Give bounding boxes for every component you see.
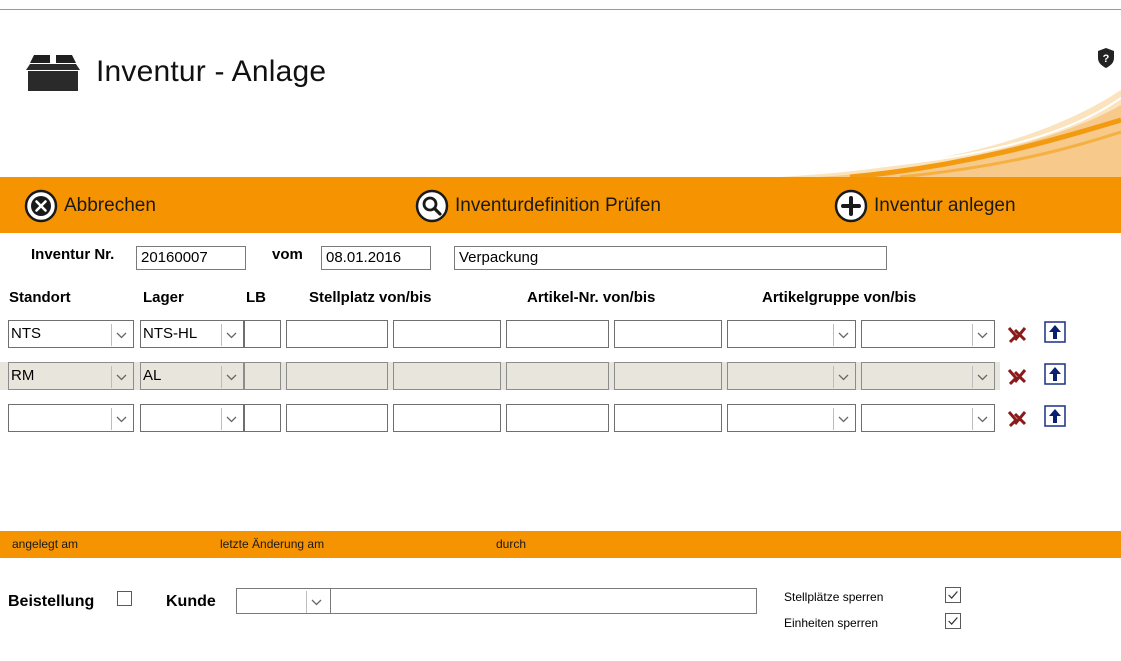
page-title: Inventur - Anlage [96, 55, 327, 88]
stellplatz-bis-field[interactable] [393, 362, 501, 390]
created-label: angelegt am [12, 537, 79, 551]
beistellung-label: Beistellung [8, 593, 95, 610]
lb-field[interactable] [244, 404, 281, 432]
artikelgruppe-bis-select[interactable] [861, 362, 995, 390]
chevron-down-icon[interactable] [306, 591, 326, 613]
table-row: NTS NTS-HL [0, 320, 1000, 348]
stellplatz-bis-field[interactable] [393, 320, 501, 348]
lb-field[interactable] [244, 320, 281, 348]
header-artikel: Artikel-Nr. von/bis [527, 289, 656, 306]
lager-select[interactable]: AL [140, 362, 244, 390]
artikel-bis-field[interactable] [614, 362, 722, 390]
artikel-von-field[interactable] [506, 362, 609, 390]
create-inventory-button[interactable]: Inventur anlegen [834, 189, 1016, 223]
lb-field[interactable] [244, 362, 281, 390]
check-definition-label: Inventurdefinition Prüfen [455, 195, 661, 216]
chevron-down-icon[interactable] [221, 324, 241, 346]
artikelgruppe-bis-select[interactable] [861, 404, 995, 432]
artikel-von-field[interactable] [506, 404, 609, 432]
chevron-down-icon[interactable] [111, 366, 131, 388]
decorative-swoosh [780, 90, 1121, 177]
chevron-down-icon[interactable] [972, 408, 992, 430]
check-icon [948, 617, 958, 625]
page-header: Inventur - Anlage [26, 50, 326, 94]
standort-select[interactable] [8, 404, 134, 432]
chevron-down-icon[interactable] [833, 408, 853, 430]
move-up-icon[interactable] [1044, 321, 1066, 343]
table-row: RM AL [0, 362, 1000, 390]
header-lager: Lager [143, 289, 184, 306]
artikel-bis-field[interactable] [614, 404, 722, 432]
status-bar: angelegt am letzte Änderung am durch [0, 531, 1121, 558]
standort-select[interactable]: RM [8, 362, 134, 390]
check-definition-button[interactable]: Inventurdefinition Prüfen [415, 189, 661, 223]
header-artikelgruppe: Artikelgruppe von/bis [762, 289, 917, 306]
artikelgruppe-von-select[interactable] [727, 320, 856, 348]
lager-select[interactable] [140, 404, 244, 432]
artikel-bis-field[interactable] [614, 320, 722, 348]
move-up-icon[interactable] [1044, 405, 1066, 427]
changed-label: letzte Änderung am [220, 537, 325, 551]
stellplatz-von-field[interactable] [286, 362, 388, 390]
delete-row-icon[interactable] [1006, 407, 1028, 429]
description-field[interactable]: Verpackung [454, 246, 887, 270]
kunde-name-field[interactable] [330, 588, 757, 614]
stellplatz-von-field[interactable] [286, 404, 388, 432]
plus-icon [834, 189, 868, 223]
search-icon [415, 189, 449, 223]
action-toolbar: Abbrechen Inventurdefinition Prüfen Inve… [0, 177, 1121, 233]
top-divider [0, 9, 1121, 10]
artikelgruppe-von-select[interactable] [727, 404, 856, 432]
lager-value: AL [143, 367, 162, 384]
move-up-icon[interactable] [1044, 363, 1066, 385]
cancel-label: Abbrechen [64, 195, 156, 216]
chevron-down-icon[interactable] [833, 324, 853, 346]
stellplaetze-checkbox[interactable] [945, 587, 961, 603]
svg-text:?: ? [1103, 53, 1110, 65]
kunde-label: Kunde [166, 593, 216, 610]
header-lb: LB [246, 289, 266, 306]
standort-value: NTS [11, 325, 41, 342]
standort-select[interactable]: NTS [8, 320, 134, 348]
artikelgruppe-von-select[interactable] [727, 362, 856, 390]
chevron-down-icon[interactable] [111, 408, 131, 430]
table-row [0, 404, 1000, 432]
chevron-down-icon[interactable] [221, 366, 241, 388]
standort-value: RM [11, 367, 35, 384]
lager-value: NTS-HL [143, 325, 198, 342]
header-standort: Standort [9, 289, 71, 306]
inventur-nr-field[interactable]: 20160007 [136, 246, 246, 270]
einheiten-checkbox[interactable] [945, 613, 961, 629]
stellplatz-bis-field[interactable] [393, 404, 501, 432]
chevron-down-icon[interactable] [972, 324, 992, 346]
shield-help-icon[interactable]: ? [1097, 48, 1115, 68]
chevron-down-icon[interactable] [111, 324, 131, 346]
stellplatz-von-field[interactable] [286, 320, 388, 348]
date-field[interactable]: 08.01.2016 [321, 246, 431, 270]
delete-row-icon[interactable] [1006, 323, 1028, 345]
inventur-nr-label: Inventur Nr. [31, 246, 115, 263]
artikel-von-field[interactable] [506, 320, 609, 348]
lager-select[interactable]: NTS-HL [140, 320, 244, 348]
check-icon [948, 591, 958, 599]
kunde-select[interactable] [236, 588, 331, 614]
box-icon [26, 55, 80, 91]
beistellung-checkbox[interactable] [117, 591, 132, 606]
chevron-down-icon[interactable] [221, 408, 241, 430]
vom-label: vom [272, 246, 303, 263]
cancel-button[interactable]: Abbrechen [24, 189, 156, 223]
chevron-down-icon[interactable] [833, 366, 853, 388]
header-stellplatz: Stellplatz von/bis [309, 289, 432, 306]
stellplaetze-label: Stellplätze sperren [784, 590, 884, 604]
chevron-down-icon[interactable] [972, 366, 992, 388]
by-label: durch [496, 537, 527, 551]
einheiten-label: Einheiten sperren [784, 616, 879, 630]
delete-row-icon[interactable] [1006, 365, 1028, 387]
cancel-icon [24, 189, 58, 223]
artikelgruppe-bis-select[interactable] [861, 320, 995, 348]
create-inventory-label: Inventur anlegen [874, 195, 1016, 216]
